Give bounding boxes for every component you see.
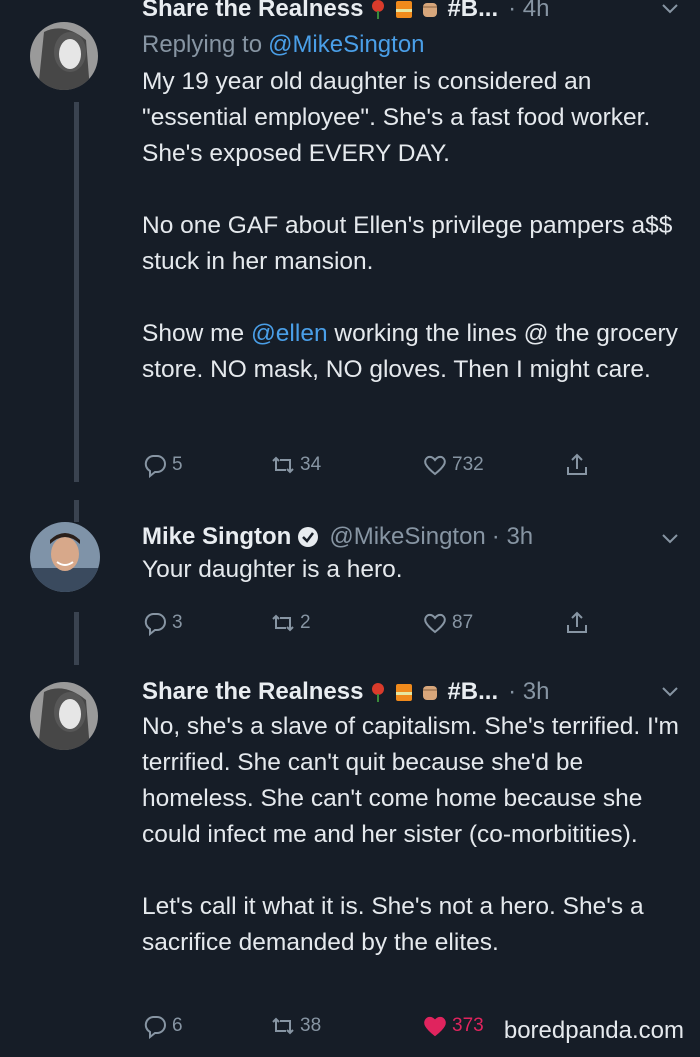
retweet-icon: [272, 1017, 294, 1035]
retweet-button[interactable]: 2: [270, 610, 311, 636]
retweet-icon: [272, 614, 294, 632]
tweet-paragraph: No one GAF about Ellen's privilege pampe…: [142, 212, 673, 275]
watermark: boredpanda.com: [503, 1017, 684, 1044]
user-handle[interactable]: @MikeSington: [329, 522, 485, 552]
like-count: 87: [452, 612, 474, 633]
tweet-1[interactable]: Share the Realness #B... · 4h Replying t…: [0, 0, 700, 500]
avatar[interactable]: [30, 22, 98, 90]
tweet-2[interactable]: Mike Sington @MikeSington · 3h Your daug…: [0, 500, 700, 665]
reply-count: 6: [172, 1015, 183, 1036]
retweet-button[interactable]: 34: [270, 452, 321, 478]
reply-button[interactable]: 3: [142, 610, 183, 636]
like-button[interactable]: 373: [422, 1013, 484, 1039]
raised-fist-icon: [419, 0, 441, 20]
retweet-count: 34: [300, 454, 322, 475]
tweet-header: Mike Sington @MikeSington · 3h: [142, 522, 680, 552]
tweet-actions: 5 34 732: [142, 452, 602, 484]
like-button[interactable]: 732: [422, 452, 484, 478]
like-count: 732: [452, 454, 484, 475]
display-name[interactable]: Share the Realness: [142, 677, 363, 707]
heart-icon: [424, 613, 446, 634]
avatar[interactable]: [30, 682, 98, 750]
hashtag[interactable]: #B...: [447, 677, 498, 707]
share-button[interactable]: [564, 610, 590, 636]
avatar[interactable]: [30, 522, 100, 592]
timestamp[interactable]: · 4h: [508, 0, 549, 24]
safety-vest-icon: [393, 0, 415, 20]
timestamp[interactable]: · 3h: [508, 677, 549, 707]
tweet-header: Share the Realness #B... · 4h: [142, 0, 680, 24]
tweet-header: Share the Realness #B... · 3h: [142, 677, 680, 707]
display-name[interactable]: Mike Sington: [142, 522, 291, 552]
thread-line: [74, 102, 79, 482]
heart-icon: [424, 455, 446, 476]
chevron-down-icon[interactable]: [660, 681, 680, 706]
heart-icon: [424, 1016, 446, 1037]
reply-count: 3: [172, 612, 183, 633]
thread-line: [74, 612, 79, 665]
tweet-paragraph: No, she's a slave of capitalism. She's t…: [142, 713, 679, 848]
raised-fist-icon: [419, 681, 441, 703]
mention-link[interactable]: @ellen: [251, 320, 328, 347]
replying-to: Replying to @MikeSington: [142, 30, 425, 60]
display-name[interactable]: Share the Realness: [142, 0, 363, 24]
rose-icon: [367, 0, 389, 20]
reply-icon: [144, 613, 166, 636]
share-button[interactable]: [564, 452, 590, 478]
rose-icon: [367, 681, 389, 703]
like-button[interactable]: 87: [422, 610, 473, 636]
share-icon: [567, 611, 587, 633]
timestamp[interactable]: · 3h: [492, 522, 533, 552]
retweet-count: 2: [300, 612, 311, 633]
verified-badge-icon: [297, 526, 319, 548]
like-count: 373: [452, 1015, 484, 1036]
tweet-text: Your daughter is a hero.: [142, 556, 403, 583]
safety-vest-icon: [393, 681, 415, 703]
retweet-button[interactable]: 38: [270, 1013, 321, 1039]
replying-handle-link[interactable]: @MikeSington: [268, 30, 424, 60]
tweet-actions: 3 2 87: [142, 610, 602, 642]
reply-icon: [144, 455, 166, 478]
chevron-down-icon[interactable]: [660, 0, 680, 23]
reply-button[interactable]: 6: [142, 1013, 183, 1039]
tweet-text: My 19 year old daughter is considered an…: [142, 64, 680, 388]
tweet-3[interactable]: Share the Realness #B... · 3h No, she's …: [0, 665, 700, 1057]
reply-button[interactable]: 5: [142, 452, 183, 478]
tweet-text: No, she's a slave of capitalism. She's t…: [142, 709, 680, 961]
chevron-down-icon[interactable]: [660, 528, 680, 553]
hashtag[interactable]: #B...: [447, 0, 498, 24]
tweet-paragraph: Let's call it what it is. She's not a he…: [142, 893, 644, 956]
retweet-count: 38: [300, 1015, 322, 1036]
tweet-paragraph: Show me @ellen working the lines @ the g…: [142, 320, 678, 383]
thread-line: [74, 500, 79, 522]
share-icon: [567, 453, 587, 475]
reply-icon: [144, 1016, 166, 1039]
tweet-paragraph: My 19 year old daughter is considered an…: [142, 68, 651, 167]
retweet-icon: [272, 456, 294, 474]
reply-count: 5: [172, 454, 183, 475]
